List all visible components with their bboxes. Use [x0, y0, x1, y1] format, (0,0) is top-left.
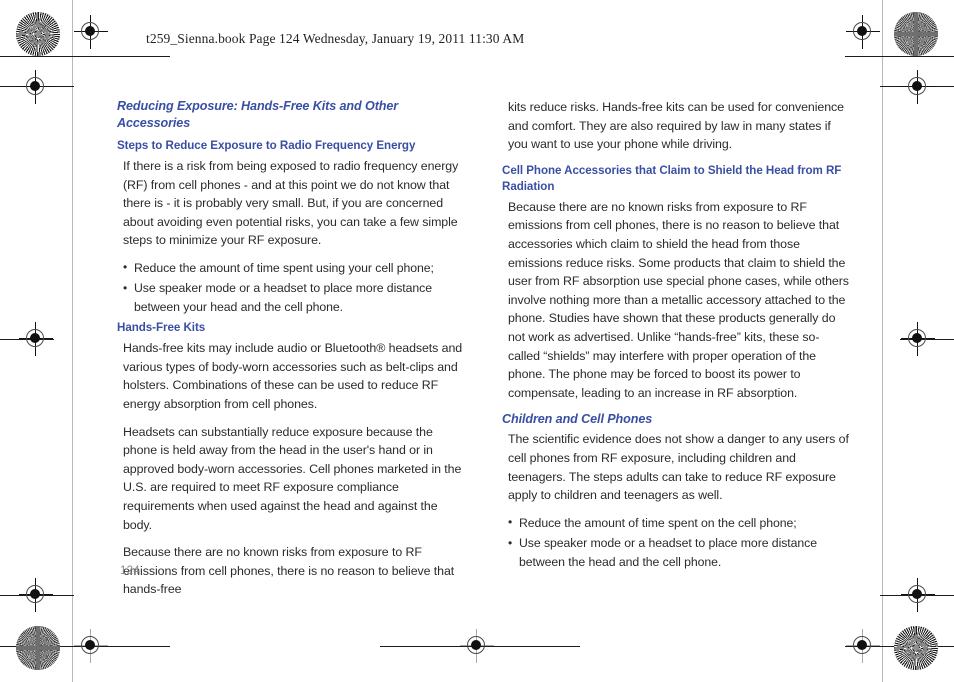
registration-mark-top-left	[74, 15, 108, 49]
paragraph-kits-reduce-risks: kits reduce risks. Hands-free kits can b…	[508, 100, 844, 152]
registration-mark-inner-bottom-right	[901, 578, 935, 612]
star-target-top-right	[894, 12, 938, 56]
paragraph-hands-free-kits: Hands-free kits may include audio or Blu…	[123, 341, 463, 411]
subsection-title-steps-to-reduce-exposure: Steps to Reduce Exposure to Radio Freque…	[117, 139, 416, 152]
paragraph-scientific-evidence: The scientific evidence does not show a …	[508, 432, 849, 503]
section-title-children-and-cell-phones: Children and Cell Phones	[502, 412, 653, 427]
crop-line-vertical-left	[72, 0, 73, 682]
registration-mark-mid-right	[901, 322, 935, 356]
list-item: Use speaker mode or a headset to place m…	[502, 534, 850, 571]
crop-line-header-left	[0, 56, 170, 57]
bullet-list-children-steps: Reduce the amount of time spent on the c…	[502, 513, 850, 571]
registration-mark-mid-left	[19, 322, 53, 356]
running-header: t259_Sienna.book Page 124 Wednesday, Jan…	[146, 31, 525, 46]
star-target-bottom-right	[894, 626, 938, 670]
registration-mark-inner-top-right	[901, 70, 935, 104]
paragraph-shielding-accessories: Because there are no known risks from ex…	[508, 199, 849, 400]
subsection-title-accessories-shield-head: Cell Phone Accessories that Claim to Shi…	[502, 163, 842, 193]
registration-mark-bottom-left	[74, 629, 108, 663]
section-title-reducing-exposure: Reducing Exposure: Hands-Free Kits and O…	[117, 99, 399, 130]
registration-mark-inner-bottom-left	[19, 578, 53, 612]
registration-mark-inner-top-left	[19, 70, 53, 104]
list-item: Reduce the amount of time spent using yo…	[117, 258, 465, 277]
paragraph-risk-from-rf: If there is a risk from being exposed to…	[123, 159, 459, 248]
paragraph-headsets-reduce-exposure: Headsets can substantially reduce exposu…	[123, 424, 462, 532]
crop-line-vertical-right	[882, 0, 883, 682]
star-target-bottom-left	[16, 626, 60, 670]
registration-mark-bottom-right	[846, 629, 880, 663]
paragraph-no-known-risks-continued: Because there are no known risks from ex…	[123, 545, 455, 597]
subsection-title-hands-free-kits: Hands-Free Kits	[117, 321, 206, 335]
list-item: Reduce the amount of time spent on the c…	[502, 513, 850, 532]
page-number: 124	[120, 565, 140, 577]
bullet-list-reduce-exposure: Reduce the amount of time spent using yo…	[117, 258, 465, 316]
crop-line-header-right	[845, 56, 954, 57]
registration-mark-top-right	[846, 15, 880, 49]
left-column: Reducing Exposure: Hands-Free Kits and O…	[117, 98, 465, 599]
right-column: kits reduce risks. Hands-free kits can b…	[502, 98, 850, 575]
list-item: Use speaker mode or a headset to place m…	[117, 279, 465, 316]
registration-mark-bottom-center	[460, 629, 494, 663]
star-target-top-left	[16, 12, 60, 56]
